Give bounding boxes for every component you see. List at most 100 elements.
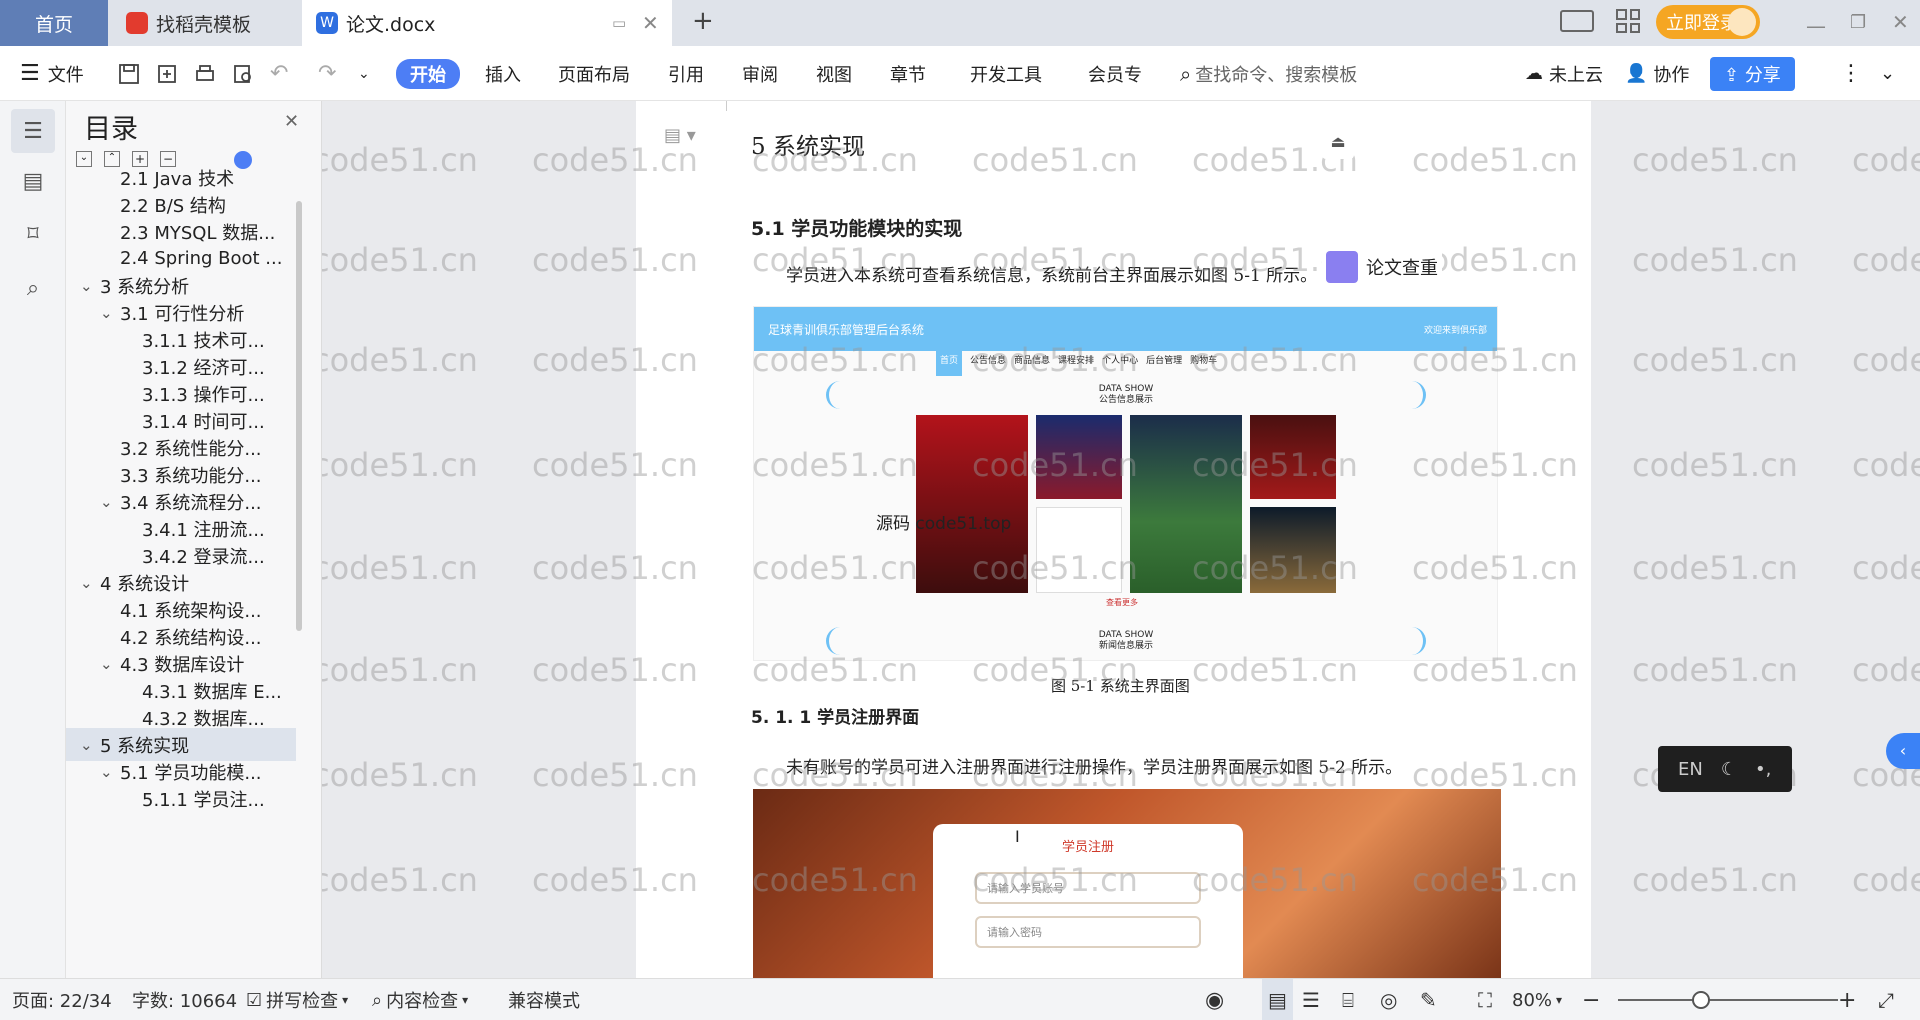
save-icon[interactable] <box>118 46 140 101</box>
monitor-icon[interactable]: ▭ <box>612 14 626 32</box>
chevron-down-icon[interactable]: ⌄ <box>100 493 120 511</box>
file-menu[interactable]: ☰ 文件 <box>20 46 84 101</box>
menu-start[interactable]: 开始 <box>396 58 460 89</box>
toc-item-label: 3.4.1 注册流... <box>142 519 265 541</box>
toc-item-label: 4.3.1 数据库 E... <box>142 681 282 703</box>
menu-page-layout[interactable]: 页面布局 <box>558 46 630 101</box>
zoom-in-button[interactable]: + <box>1838 979 1856 1020</box>
reading-view-icon[interactable]: ⌸ <box>1342 979 1354 1020</box>
status-bar: 页面: 22/34 字数: 10664 ☑ 拼写检查 ▾ ⌕ 内容检查 ▾ 兼容… <box>0 978 1920 1020</box>
paper-check-button[interactable]: 论文查重 <box>1322 247 1442 287</box>
figure-nav-profile: 个人中心 <box>1102 356 1139 366</box>
figure-home-screenshot: 足球青训俱乐部管理后台系统 欢迎来到俱乐部 首页 公告信息 商品信息 课程安排 … <box>753 306 1498 661</box>
chevron-down-icon[interactable]: ⌄ <box>80 736 100 754</box>
chevron-down-icon[interactable]: ⌄ <box>100 304 120 322</box>
new-tab-button[interactable]: + <box>692 6 714 36</box>
toc-scrollbar[interactable] <box>296 201 302 631</box>
tab-template[interactable]: 找稻壳模板 <box>112 0 300 46</box>
heading-subsection: 5. 1. 1 学员注册界面 <box>751 708 920 728</box>
menu-insert[interactable]: 插入 <box>485 46 521 101</box>
toc-item-label: 3.1.1 技术可... <box>142 330 265 352</box>
eye-protect-icon[interactable]: ◉ <box>1205 979 1224 1020</box>
print-icon[interactable] <box>194 46 216 101</box>
paper-check-label: 论文查重 <box>1366 258 1438 279</box>
menu-review[interactable]: 审阅 <box>742 46 778 101</box>
toc-item-label: 3 系统分析 <box>100 276 190 298</box>
spell-check[interactable]: ☑ 拼写检查 ▾ <box>246 979 348 1020</box>
login-button[interactable]: 立即登录 <box>1656 5 1760 39</box>
document-canvas: ▤ ▾ 5 系统实现 5.1 学员功能模块的实现 学员进入本系统可查看系统信息，… <box>322 101 1920 978</box>
toc-item-label: 4 系统设计 <box>100 573 190 595</box>
toc-item-label: 3.1.2 经济可... <box>142 357 265 379</box>
watermark-text: code51.cn <box>1852 141 1920 179</box>
cloud-status[interactable]: ☁ 未上云 <box>1525 46 1603 101</box>
bookmark-icon[interactable]: ⌑ <box>18 219 48 249</box>
figure-nav: 首页 公告信息 商品信息 课程安排 个人中心 后台管理 购物车 <box>936 343 1217 376</box>
minimize-icon[interactable]: — <box>1806 14 1826 38</box>
content-check[interactable]: ⌕ 内容检查 ▾ <box>372 979 468 1020</box>
collab-button[interactable]: 👤 协作 <box>1625 46 1689 101</box>
page-indicator[interactable]: 页面: 22/34 <box>12 979 112 1020</box>
zoom-level[interactable]: 80% ▾ <box>1512 979 1562 1020</box>
figure-notice-label: 公告信息展示 <box>1098 395 1153 405</box>
zoom-slider-thumb[interactable] <box>1692 991 1710 1009</box>
chevron-down-icon[interactable]: ⌄ <box>80 277 100 295</box>
layout-toggle-icon[interactable] <box>1560 10 1594 32</box>
share-button[interactable]: ⇪ 分享 <box>1710 56 1795 91</box>
chevron-down-icon[interactable]: ⌄ <box>100 763 120 781</box>
toc-item-label: 2.2 B/S 结构 <box>120 195 226 217</box>
document-page: ▤ ▾ 5 系统实现 5.1 学员功能模块的实现 学员进入本系统可查看系统信息，… <box>636 101 1591 978</box>
close-tab-icon[interactable]: ✕ <box>642 11 659 35</box>
cloud-icon: ☁ <box>1525 63 1543 84</box>
register-password-field: 请输入密码 <box>975 916 1201 948</box>
content-check-icon: ⌕ <box>372 989 383 1011</box>
fit-page-icon[interactable]: ⛶ <box>1478 979 1492 1020</box>
outline-view-icon[interactable]: ☰ <box>1302 979 1320 1020</box>
figure-app-header-right: 欢迎来到俱乐部 <box>1423 325 1487 336</box>
toc-item[interactable]: 5.1.1 学员注... <box>66 782 296 815</box>
chevron-down-icon[interactable]: ⌄ <box>100 655 120 673</box>
paragraph-intro: 学员进入本系统可查看系统信息，系统前台主界面展示如图 5-1 所示。 <box>786 266 1318 286</box>
find-icon[interactable]: ⌕ <box>18 273 48 303</box>
tab-document[interactable]: W 论文.docx ▭ ✕ <box>302 0 672 46</box>
navigation-icon[interactable]: ▤ <box>18 166 48 196</box>
toc-item-label: 5 系统实现 <box>100 735 190 757</box>
menu-chapter[interactable]: 章节 <box>890 46 926 101</box>
moon-icon: ☾ <box>1720 758 1737 780</box>
zoom-out-button[interactable]: − <box>1582 979 1600 1020</box>
export-icon[interactable] <box>156 46 178 101</box>
menu-references[interactable]: 引用 <box>668 46 704 101</box>
print-preview-icon[interactable] <box>232 46 254 101</box>
side-expand-button[interactable]: ‹ <box>1886 733 1920 769</box>
page-view-icon[interactable]: ▤ <box>1262 979 1293 1020</box>
tab-home[interactable]: 首页 <box>0 0 108 46</box>
undo-icon[interactable]: ↶ <box>270 46 288 101</box>
collapse-panel-button[interactable]: ⏏ <box>1322 127 1354 159</box>
restore-icon[interactable]: ❐ <box>1850 12 1866 33</box>
zoom-slider[interactable] <box>1618 979 1838 1020</box>
collapse-ribbon-icon[interactable]: ⌄ <box>1880 46 1895 101</box>
menu-view[interactable]: 视图 <box>816 46 852 101</box>
close-toc-icon[interactable]: ✕ <box>284 111 299 132</box>
edit-icon[interactable]: ✎ <box>1420 979 1437 1020</box>
apps-grid-icon[interactable] <box>1616 9 1640 33</box>
word-count[interactable]: 字数: 10664 <box>132 979 237 1020</box>
toc-panel-icon[interactable]: ☰ <box>11 109 55 153</box>
redo-icon[interactable]: ↷ <box>318 46 336 101</box>
close-window-icon[interactable]: ✕ <box>1892 10 1909 34</box>
paragraph-menu-icon[interactable]: ▤ ▾ <box>664 125 696 146</box>
watermark-text: code51.cn <box>1632 341 1798 379</box>
toc-item-label: 5.1 学员功能模... <box>120 762 262 784</box>
vertical-scrollbar[interactable] <box>1904 201 1914 741</box>
chevron-down-icon[interactable]: ⌄ <box>80 574 100 592</box>
watermark-text: code51.cn <box>322 756 478 794</box>
fullscreen-icon[interactable]: ⤢ <box>1878 979 1894 1020</box>
web-view-icon[interactable]: ◎ <box>1380 979 1397 1020</box>
watermark-text: code51.cn <box>1632 861 1798 899</box>
quick-access-dropdown-icon[interactable]: ⌄ <box>358 46 370 101</box>
more-options-icon[interactable]: ⋮ <box>1840 46 1862 101</box>
command-search[interactable]: ⌕ 查找命令、搜索模板 <box>1180 46 1357 101</box>
ime-toolbar[interactable]: EN ☾ •, <box>1658 746 1792 792</box>
menu-developer[interactable]: 开发工具 <box>970 46 1042 101</box>
menu-member[interactable]: 会员专 <box>1088 46 1142 101</box>
